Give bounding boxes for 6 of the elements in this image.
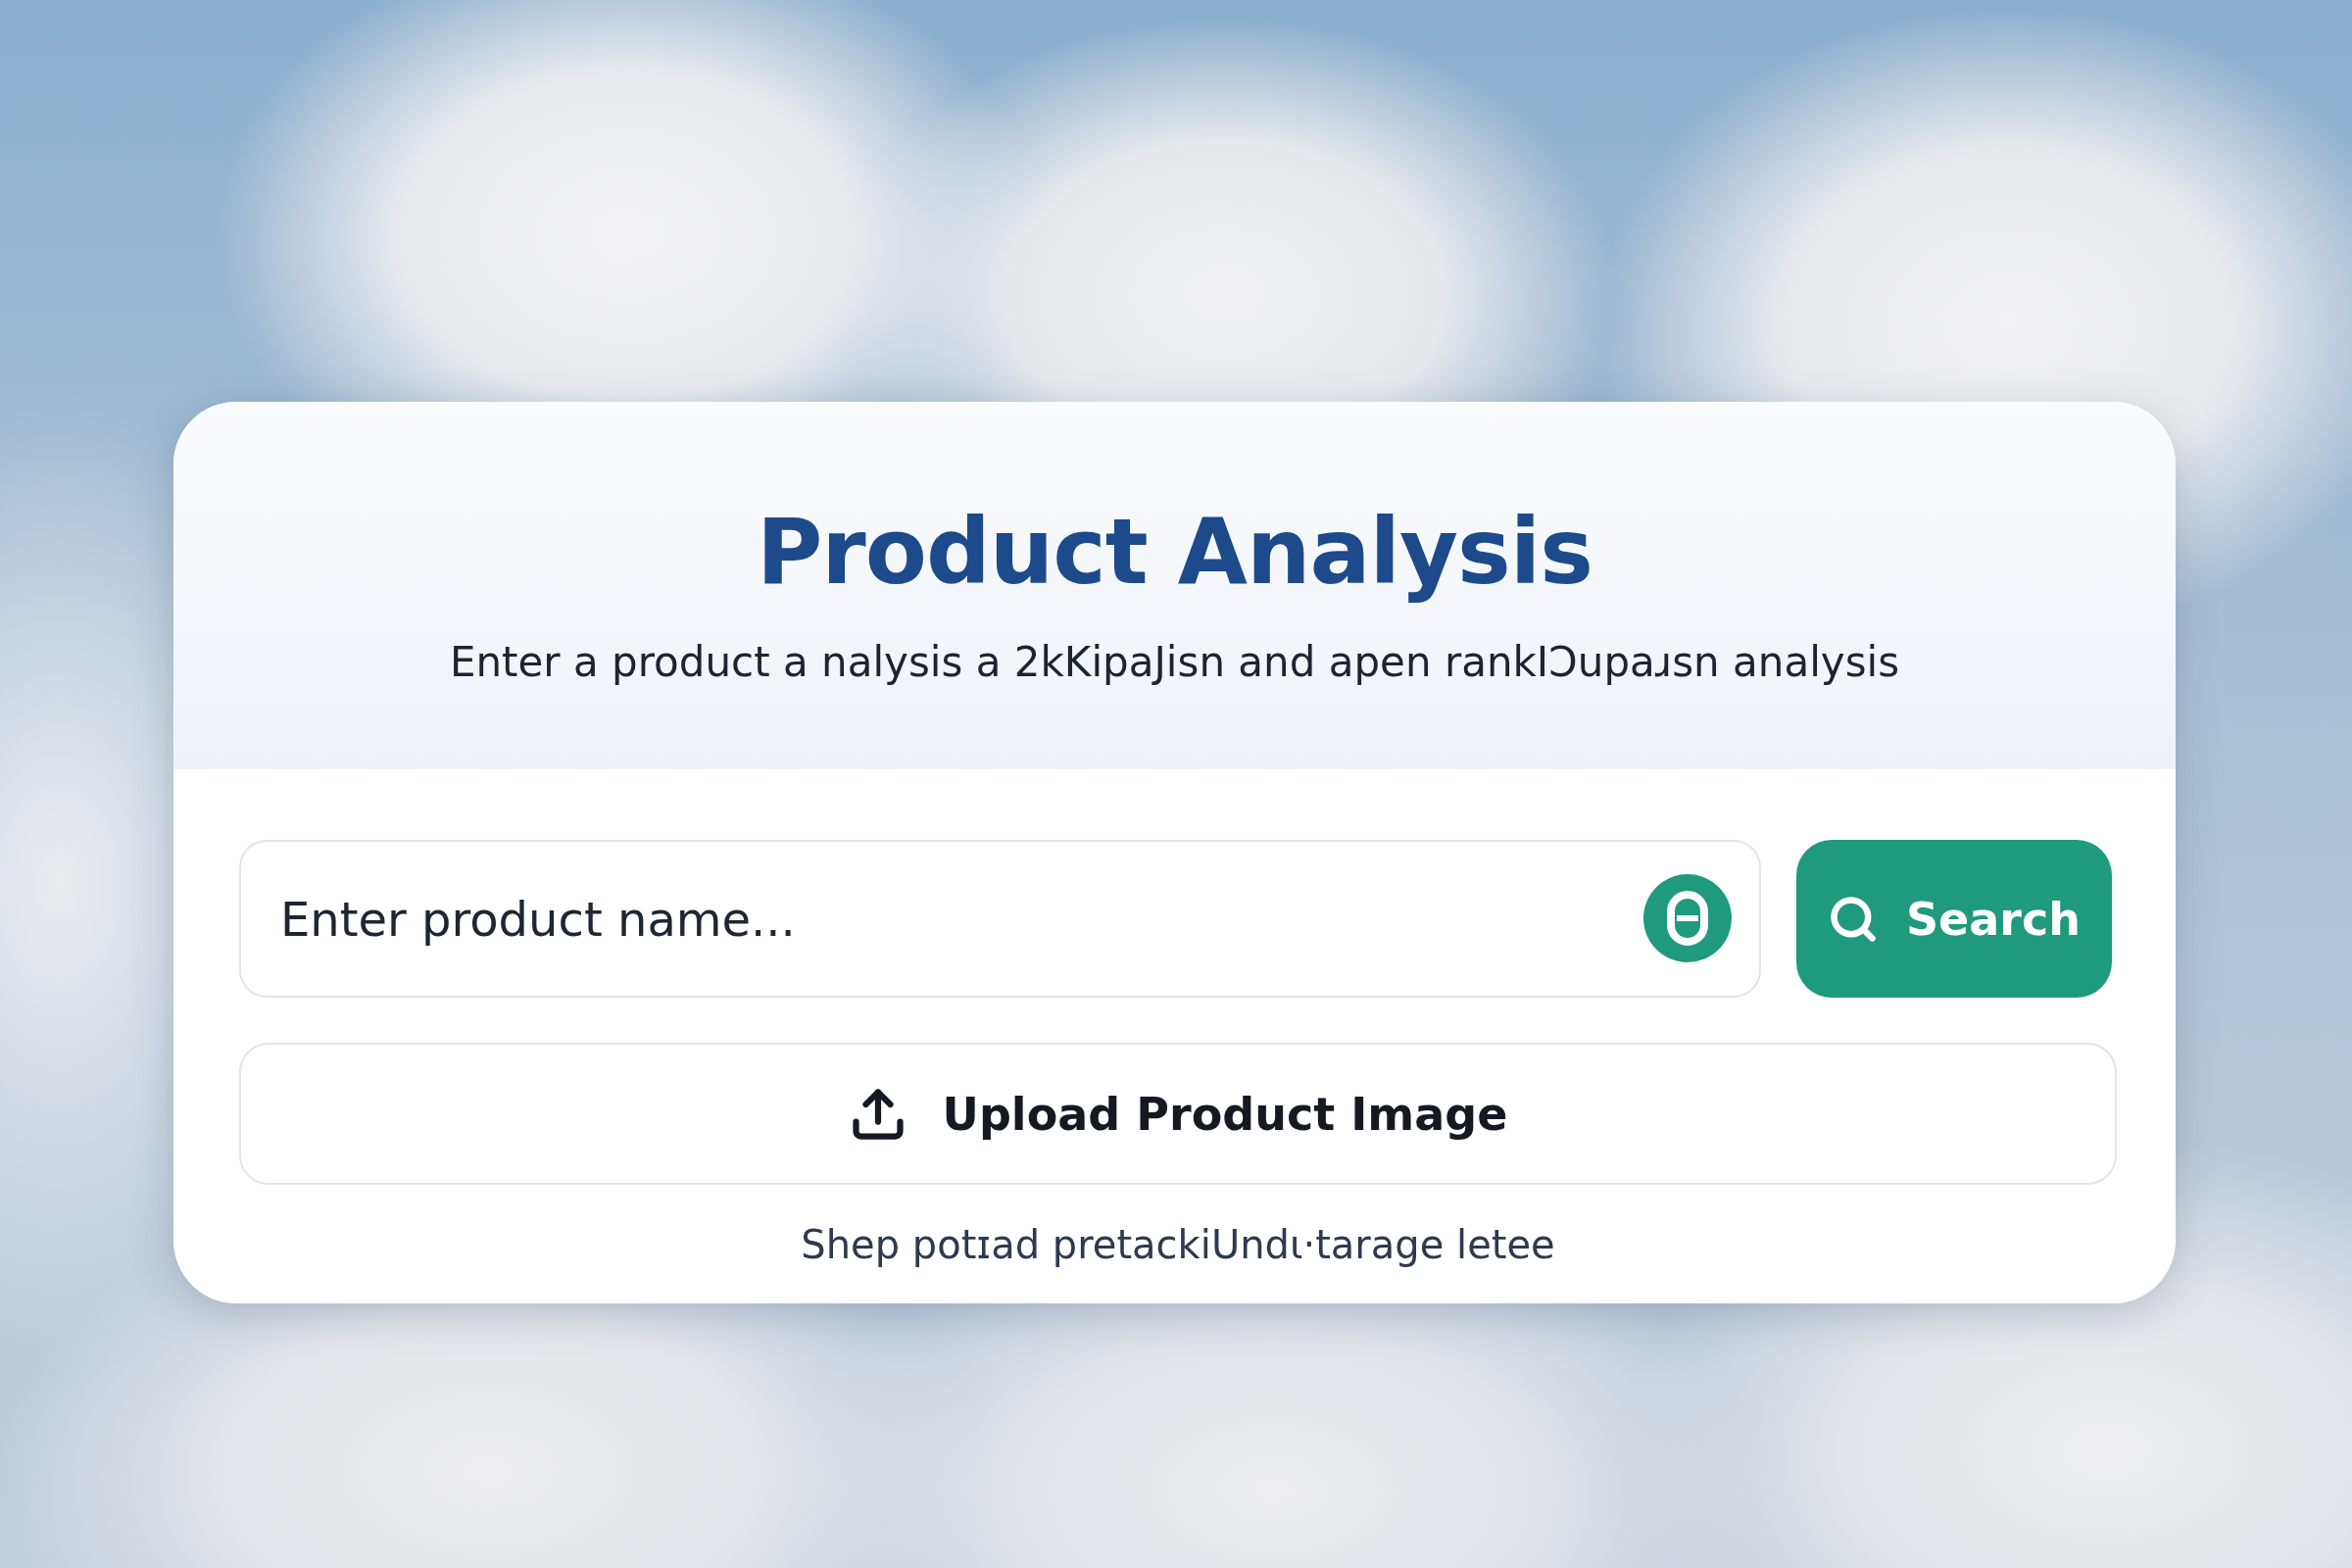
card-subtitle: Enter a product a nalysis a 2kKipaJisn and apen rankIↃupaɹsn analysis xyxy=(449,638,1900,686)
search-button[interactable]: Search xyxy=(1796,840,2112,998)
helper-text: Shep potɪad pretackiUndɩ·tarage letee xyxy=(800,1222,1556,1267)
search-field[interactable]: Enter product name... xyxy=(239,840,1761,998)
card-title: Product Analysis xyxy=(756,500,1593,605)
upload-button[interactable]: Upload Product Image xyxy=(239,1043,2117,1185)
